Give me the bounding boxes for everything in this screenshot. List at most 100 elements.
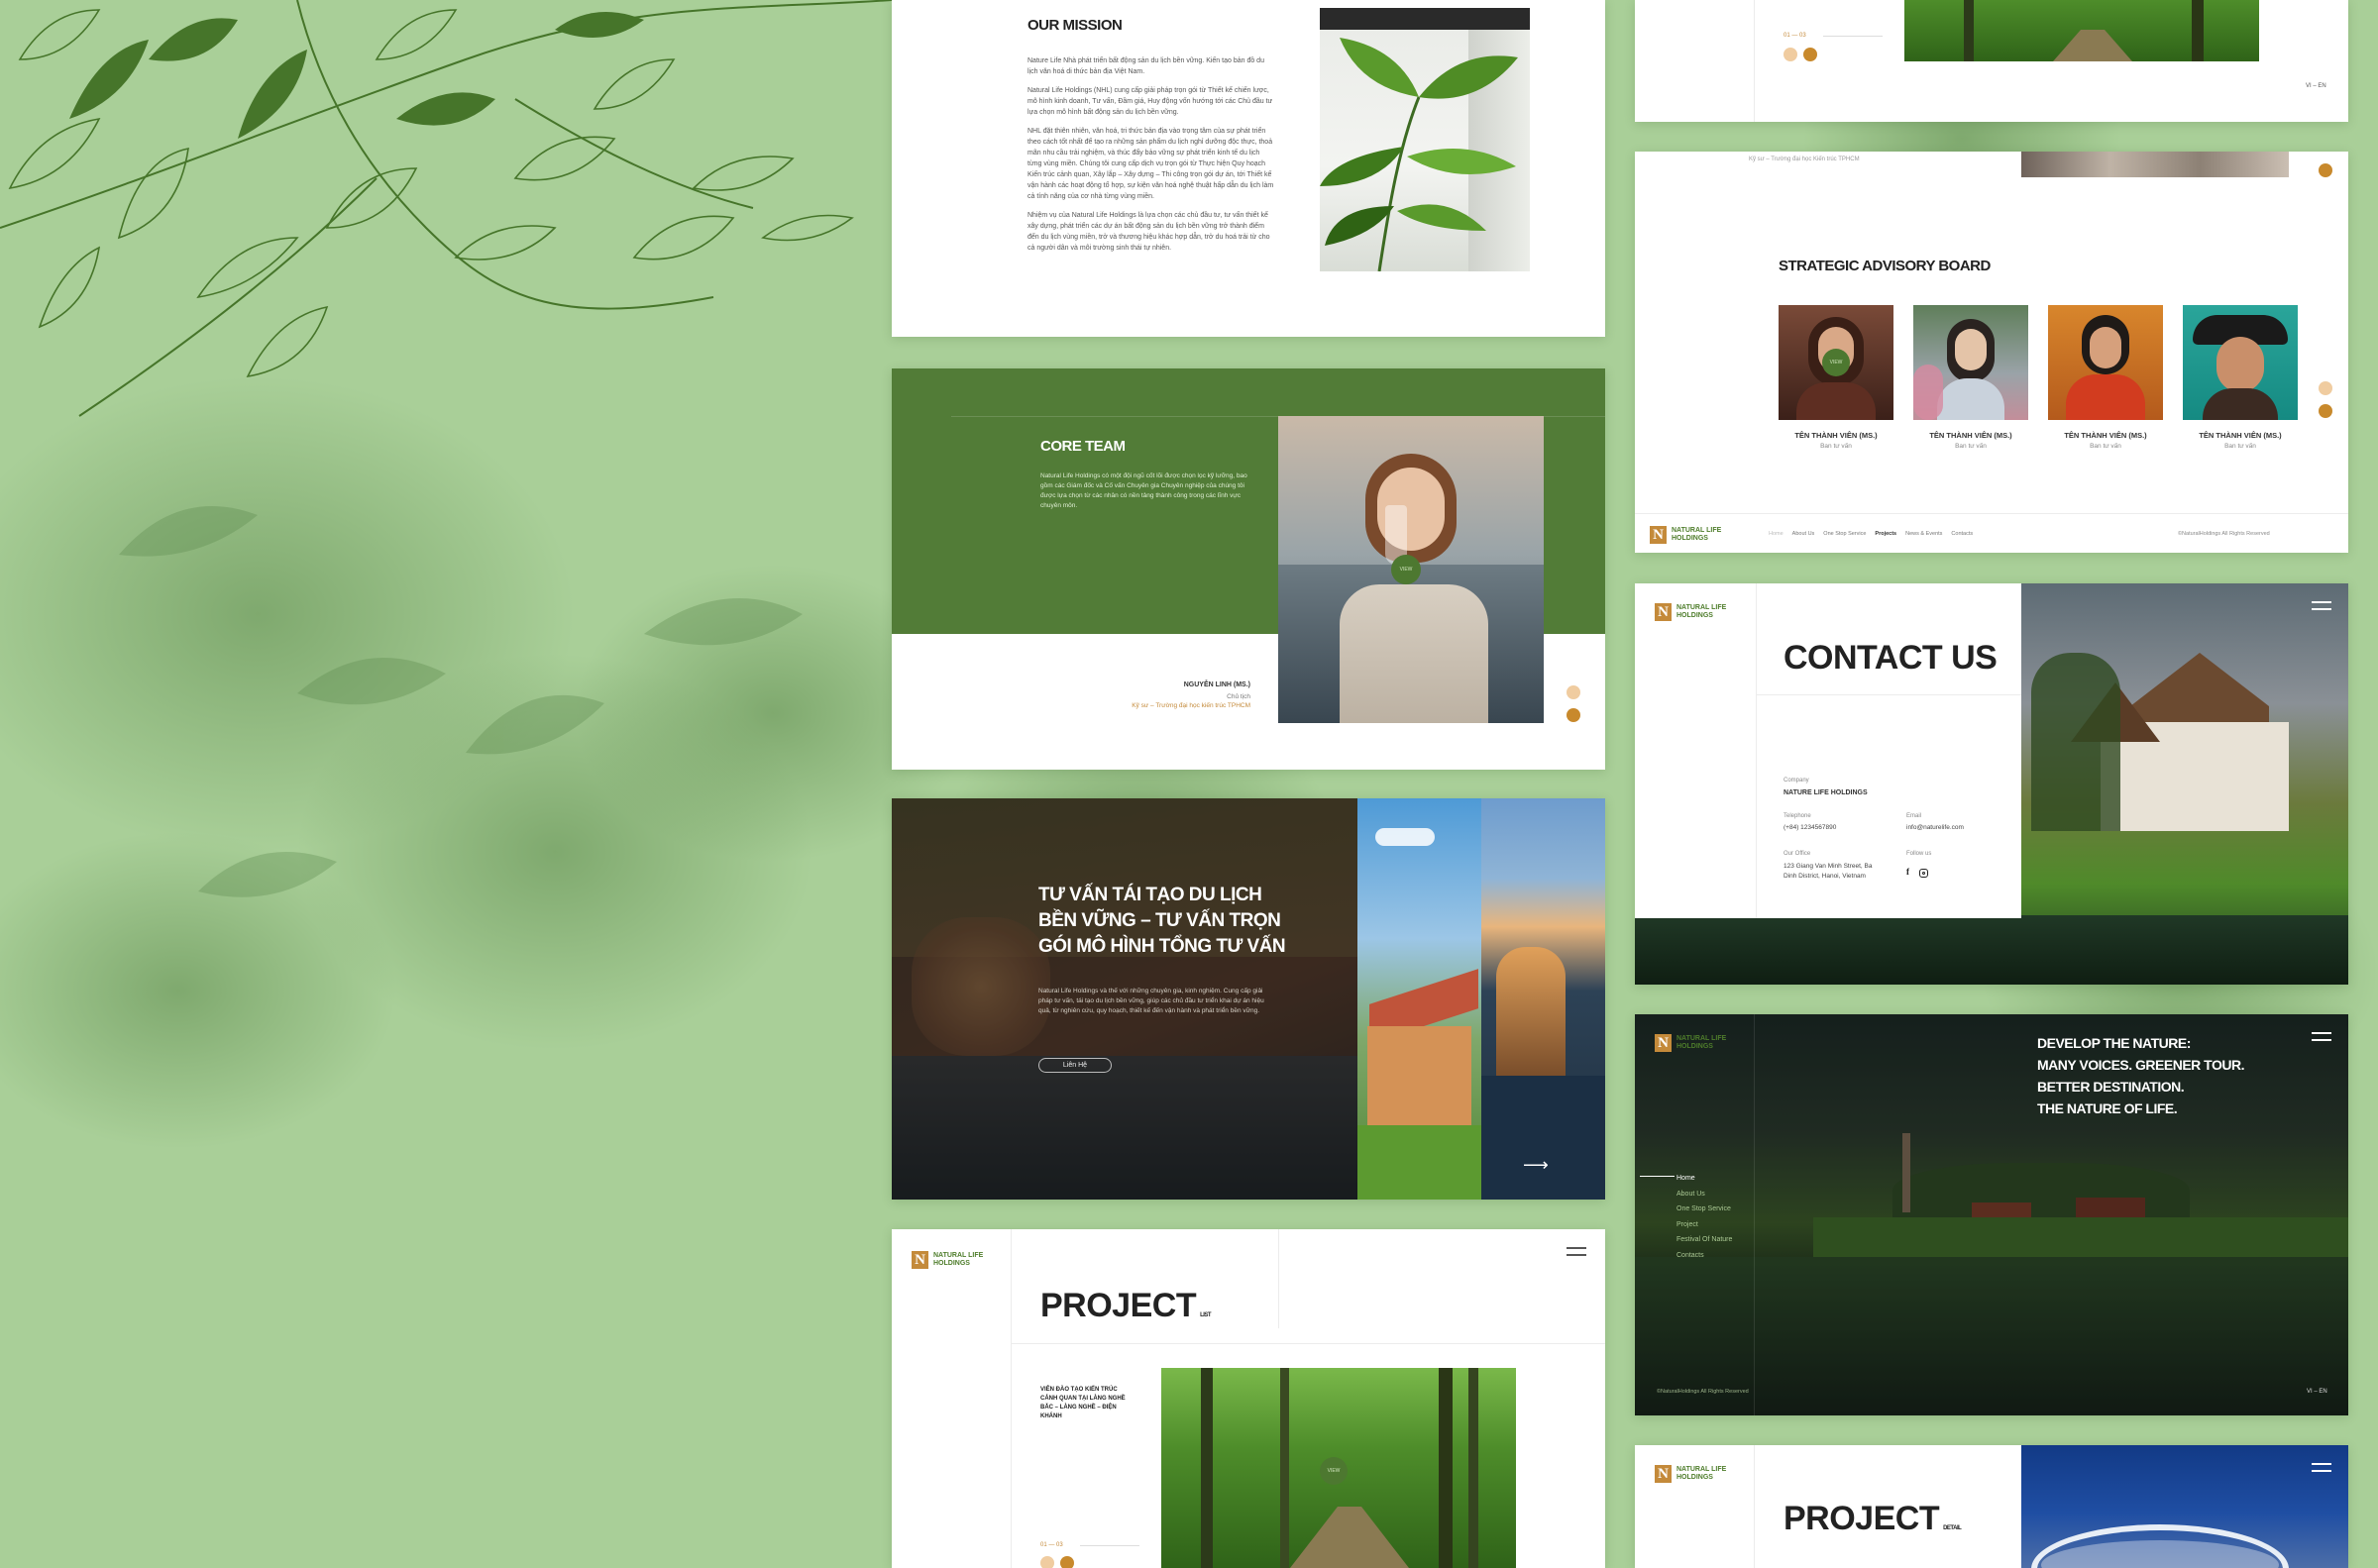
menu-icon[interactable] (2312, 601, 2331, 615)
pager-dot[interactable] (1567, 685, 1580, 699)
member-photo (1913, 305, 2028, 420)
member-role: Chủ tịch (1227, 693, 1250, 700)
logo-icon: N (1655, 1465, 1672, 1483)
logo-icon: N (912, 1251, 928, 1269)
company-label: Company (1784, 778, 1809, 784)
member-role: Ban tư vấn (1955, 443, 1987, 450)
previous-photo-strip (2021, 152, 2289, 177)
pager-dot[interactable] (1040, 1556, 1054, 1568)
instagram-icon[interactable] (1919, 869, 1928, 878)
view-badge[interactable]: VIEW (1391, 555, 1421, 584)
logo-icon: N (1655, 1034, 1672, 1052)
advisory-board-slide: Kỹ sư – Trường đại học Kiến trúc TPHCM S… (1635, 152, 2348, 553)
brand-logo[interactable]: N NATURAL LIFE HOLDINGS (1655, 603, 1726, 621)
forest-photo (1904, 0, 2259, 61)
caption-text: Kỹ sư – Trường đại học Kiến trúc TPHCM (1749, 157, 1860, 162)
menu-icon[interactable] (1567, 1247, 1586, 1261)
house-photo (1357, 798, 1481, 1200)
page-title-suffix: DETAIL (1943, 1525, 1962, 1531)
contact-slide: N NATURAL LIFE HOLDINGS CONTACT US Compan… (1635, 583, 2348, 985)
brand-line: NATURAL LIFE (933, 1252, 984, 1259)
brand-line: HOLDINGS (1676, 612, 1713, 619)
member-name: TÊN THÀNH VIÊN (MS.) (2199, 431, 2282, 440)
mission-slide: OUR MISSION Nature Life Nhà phát triển b… (892, 0, 1605, 337)
next-arrow[interactable]: ⟶ (1523, 1155, 1549, 1176)
hero-menu-item[interactable]: Home (1676, 1171, 1732, 1187)
page-title-text: PROJECT (1784, 1500, 1940, 1537)
pager-dot[interactable] (2319, 404, 2332, 418)
project-item-title[interactable]: VIÊN ĐÀO TẠO KIẾN TRÚC CẢNH QUAN TẠI LÀN… (1040, 1386, 1130, 1421)
email-value[interactable]: info@naturelife.com (1906, 824, 1964, 831)
hero-menu-item[interactable]: Project (1676, 1217, 1732, 1233)
board-member-card[interactable]: TÊN THÀNH VIÊN (MS.) Ban tư vấn (2048, 305, 2163, 450)
footer-nav-item[interactable]: Projects (1875, 531, 1896, 537)
footer-nav-item[interactable]: Home (1769, 531, 1784, 537)
hero-slide: N NATURAL LIFE HOLDINGS DEVELOP THE NATUR… (1635, 1014, 2348, 1415)
stadium-photo (2021, 1445, 2348, 1568)
footer-nav-item[interactable]: One Stop Service (1823, 531, 1866, 537)
member-desc: Kỹ sư – Trường đại học kiến trúc TPHCM (1132, 702, 1250, 709)
contact-panel: N NATURAL LIFE HOLDINGS CONTACT US Compan… (1635, 583, 2021, 918)
member-photo (2048, 305, 2163, 420)
footer-nav-item[interactable]: Contacts (1951, 531, 1973, 537)
pager-dot[interactable] (1803, 48, 1817, 61)
mission-paragraph: Natural Life Holdings (NHL) cung cấp giả… (1027, 87, 1273, 116)
forest-photo: VIEW (1161, 1368, 1516, 1568)
hero-menu: Home About Us One Stop Service Project F… (1676, 1171, 1732, 1263)
hero-menu-item[interactable]: Contacts (1676, 1248, 1732, 1264)
facebook-icon[interactable]: f (1906, 867, 1909, 877)
pager-dot[interactable] (1567, 708, 1580, 722)
project-slide-partial: 01 — 03 VI – EN (1635, 0, 2348, 122)
view-badge[interactable]: VIEW (1320, 1457, 1348, 1485)
board-member-card[interactable]: TÊN THÀNH VIÊN (MS.) Ban tư vấn (2183, 305, 2298, 450)
board-member-card[interactable]: TÊN THÀNH VIÊN (MS.) Ban tư vấn (1913, 305, 2028, 450)
pager-dot[interactable] (1060, 1556, 1074, 1568)
consulting-text: Natural Life Holdings và thế với những c… (1038, 988, 1264, 1014)
pager-dots[interactable] (2319, 381, 2332, 427)
hero-menu-item[interactable]: Festival Of Nature (1676, 1232, 1732, 1248)
brand-logo[interactable]: N NATURAL LIFE HOLDINGS (1650, 526, 1721, 544)
brand-line: HOLDINGS (1676, 1474, 1713, 1481)
language-switch[interactable]: VI – EN (2307, 1389, 2327, 1395)
menu-icon[interactable] (2312, 1032, 2331, 1046)
core-team-title: CORE TEAM (1040, 438, 1126, 455)
hero-menu-item[interactable]: About Us (1676, 1187, 1732, 1202)
advisory-title: STRATEGIC ADVISORY BOARD (1779, 258, 1991, 274)
pager-dots[interactable] (1040, 1556, 1074, 1568)
pager-dot[interactable] (1784, 48, 1797, 61)
footer-nav-item[interactable]: News & Events (1905, 531, 1942, 537)
headline-line: THE NATURE OF LIFE. (2037, 1100, 2178, 1116)
board-member-card[interactable]: VIEW TÊN THÀNH VIÊN (MS.) Ban tư vấn (1779, 305, 1893, 450)
project-list-slide: N NATURAL LIFE HOLDINGS PROJECT LIST VIÊN … (892, 1229, 1605, 1568)
brand-logo[interactable]: N NATURAL LIFE HOLDINGS (1655, 1034, 1726, 1052)
copyright: ©NaturalHoldings All Rights Reserved (1657, 1389, 1749, 1395)
contact-button[interactable]: Liên Hệ (1038, 1058, 1112, 1073)
brand-logo[interactable]: N NATURAL LIFE HOLDINGS (1655, 1465, 1726, 1483)
telephone-value[interactable]: (+84) 1234567890 (1784, 824, 1836, 831)
pager-dot[interactable] (2319, 381, 2332, 395)
brand-line: HOLDINGS (933, 1260, 970, 1267)
member-photo (2183, 305, 2298, 420)
mission-paragraph: Nature Life Nhà phát triển bất động sản … (1027, 57, 1264, 75)
plant-photo (1320, 8, 1530, 271)
brand-logo[interactable]: N NATURAL LIFE HOLDINGS (912, 1251, 983, 1269)
core-team-slide: CORE TEAM Natural Life Holdings có một đ… (892, 368, 1605, 770)
footer-nav-item[interactable]: About Us (1792, 531, 1815, 537)
brand-line: NATURAL LIFE (1676, 1035, 1727, 1042)
hero-menu-item[interactable]: One Stop Service (1676, 1202, 1732, 1217)
team-member-photo: VIEW (1278, 416, 1544, 723)
language-switch[interactable]: VI – EN (2306, 83, 2326, 89)
page-title: PROJECT LIST (1040, 1287, 1212, 1325)
view-badge[interactable]: VIEW (1822, 349, 1850, 376)
menu-icon[interactable] (2312, 1463, 2331, 1477)
follow-label: Follow us (1906, 851, 1932, 857)
office-label: Our Office (1784, 851, 1811, 857)
brand-line: NATURAL LIFE (1676, 604, 1727, 611)
telephone-label: Telephone (1784, 813, 1811, 819)
pager-dots[interactable] (1784, 48, 1817, 61)
logo-icon: N (1655, 603, 1672, 621)
pager-dots[interactable] (1567, 685, 1580, 731)
member-name: TÊN THÀNH VIÊN (MS.) (2064, 431, 2147, 440)
slide-counter: 01 — 03 (1784, 33, 1806, 39)
email-label: Email (1906, 813, 1922, 819)
